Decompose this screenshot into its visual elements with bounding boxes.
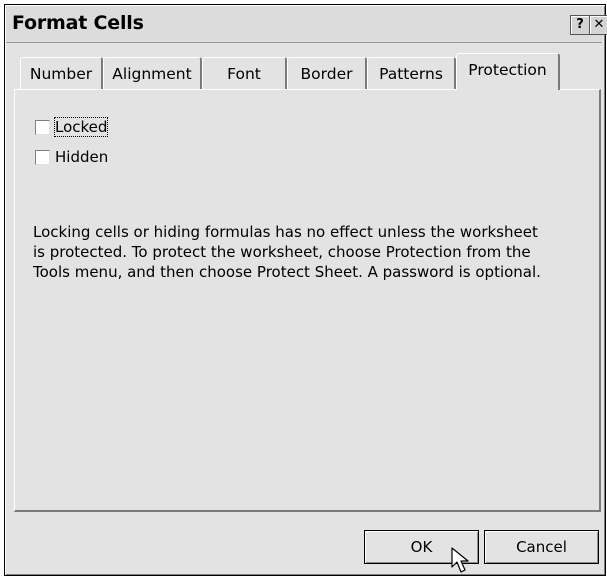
hidden-checkbox[interactable] [35, 150, 50, 165]
tab-font-label: Font [227, 65, 261, 83]
cancel-button[interactable]: Cancel [484, 530, 599, 564]
tab-alignment-label: Alignment [112, 65, 192, 83]
locked-checkbox[interactable] [35, 120, 50, 135]
tab-protection[interactable]: Protection [456, 53, 560, 90]
cancel-label: Cancel [516, 538, 567, 556]
tab-protection-label: Protection [468, 61, 547, 79]
tab-alignment[interactable]: Alignment [103, 57, 202, 90]
tab-patterns[interactable]: Patterns [367, 57, 456, 90]
question-icon: ? [576, 17, 584, 32]
dialog-title: Format Cells [12, 12, 144, 34]
protection-panel: Locked Hidden Locking cells or hiding fo… [14, 89, 601, 512]
tab-border[interactable]: Border [287, 57, 367, 90]
ok-label: OK [410, 538, 433, 556]
help-button[interactable]: ? [570, 15, 590, 35]
close-button[interactable]: ✕ [589, 15, 607, 35]
tab-border-label: Border [300, 65, 353, 83]
close-icon: ✕ [593, 17, 605, 32]
hidden-label: Hidden [55, 148, 109, 166]
mouse-pointer-icon [451, 547, 469, 573]
tab-number[interactable]: Number [20, 57, 103, 90]
protection-description: Locking cells or hiding formulas has no … [33, 223, 541, 281]
tab-patterns-label: Patterns [379, 65, 443, 83]
tab-number-label: Number [29, 65, 93, 83]
title-bar: Format Cells ? ✕ [6, 6, 607, 43]
locked-label: Locked [53, 117, 109, 137]
tab-font[interactable]: Font [202, 57, 287, 90]
